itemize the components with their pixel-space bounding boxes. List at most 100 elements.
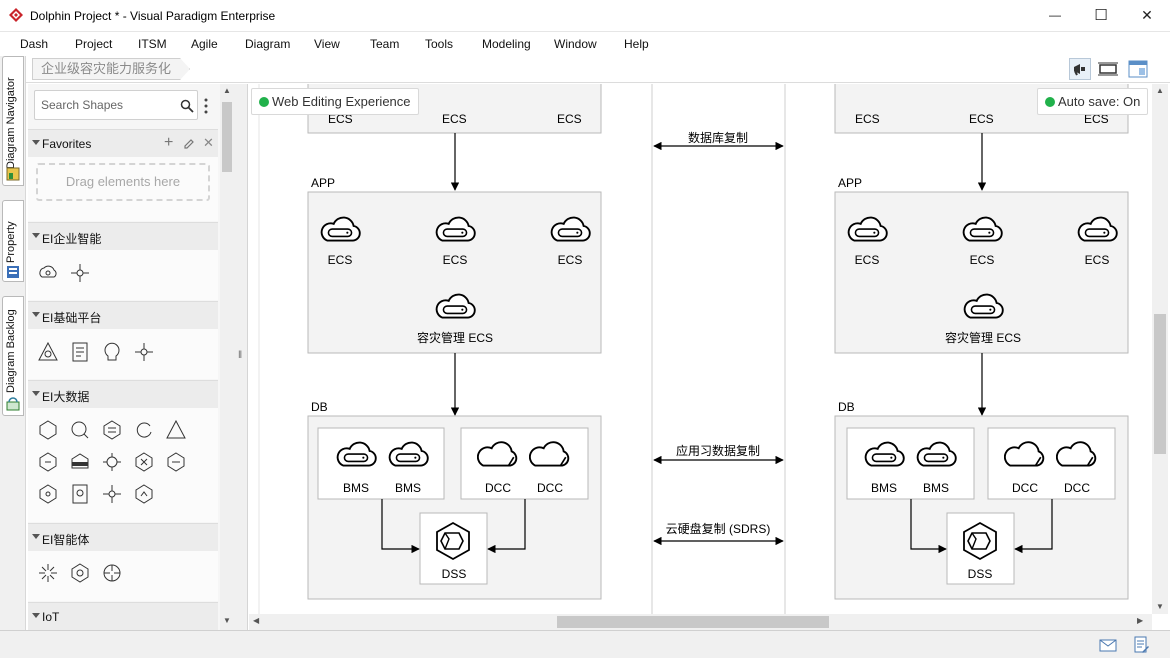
canvas-horizontal-scrollbar[interactable]: ◀ ▶ — [249, 614, 1152, 630]
splitter-grip-icon: ‖ — [238, 350, 243, 361]
scroll-down-icon[interactable]: ▼ — [223, 616, 231, 625]
scroll-up-icon[interactable]: ▲ — [223, 86, 231, 95]
ei-bigdata-refresh-icon[interactable] — [132, 418, 156, 442]
group-header-ei-platform[interactable]: EI基础平台 — [28, 301, 218, 329]
menu-tools[interactable]: Tools — [425, 37, 453, 51]
favorites-body: Drag elements here — [28, 157, 218, 221]
add-favorite-icon[interactable]: + — [164, 134, 173, 152]
tab-property[interactable]: Property — [2, 200, 24, 282]
menu-project[interactable]: Project — [75, 37, 112, 51]
ei-bigdata-table-icon[interactable] — [100, 418, 124, 442]
right-top-ecs-label: ECS — [969, 112, 994, 126]
group-label: EI基础平台 — [42, 311, 102, 325]
menu-help[interactable]: Help — [624, 37, 649, 51]
menu-modeling[interactable]: Modeling — [482, 37, 531, 51]
group-header-ei-bigdata[interactable]: EI大数据 — [28, 380, 218, 408]
breadcrumb-bar: 企业级容灾能力服务化 — [0, 56, 1170, 83]
ei-bigdata-gear-icon[interactable] — [100, 450, 124, 474]
ei-bigdata-storage-icon[interactable] — [68, 450, 92, 474]
title-bar: Dolphin Project * - Visual Paradigm Ente… — [0, 0, 1170, 32]
ei-agent-hex-icon[interactable] — [68, 561, 92, 585]
ei-agent-target-icon[interactable] — [100, 561, 124, 585]
left-dcc-label: DCC — [537, 481, 563, 495]
ei-platform-doc-icon[interactable] — [68, 340, 92, 364]
maximize-button[interactable]: ☐ — [1078, 0, 1124, 30]
ei-agent-burst-icon[interactable] — [36, 561, 60, 585]
menu-agile[interactable]: Agile — [191, 37, 218, 51]
menu-diagram[interactable]: Diagram — [245, 37, 290, 51]
right-app-ecs-label: ECS — [1085, 253, 1110, 267]
search-shapes-box — [34, 90, 198, 120]
announcement-icon[interactable] — [1069, 58, 1091, 80]
panel-splitter[interactable]: ‖ — [234, 84, 248, 630]
left-app-container[interactable] — [307, 191, 602, 354]
scroll-right-icon[interactable]: ▶ — [1137, 616, 1143, 625]
menu-window[interactable]: Window — [554, 37, 597, 51]
ei-platform-network-icon[interactable] — [132, 340, 156, 364]
group-body-ei-enterprise — [28, 250, 218, 300]
right-bms-label: BMS — [871, 481, 897, 495]
menu-dash[interactable]: Dash — [20, 37, 48, 51]
left-app-ecs-label: ECS — [443, 253, 468, 267]
group-header-ei-enterprise[interactable]: EI企业智能 — [28, 222, 218, 250]
menu-itsm[interactable]: ITSM — [138, 37, 167, 51]
ei-bigdata-flow-icon[interactable] — [36, 450, 60, 474]
collapse-arrow-icon — [32, 613, 40, 618]
ei-bigdata-warning-icon[interactable] — [164, 418, 188, 442]
ei-bigdata-report-icon[interactable] — [68, 482, 92, 506]
remove-favorite-icon[interactable]: ✕ — [203, 135, 214, 151]
tab-diagram-navigator[interactable]: Diagram Navigator — [2, 56, 24, 186]
palette-scroll-thumb[interactable] — [222, 102, 232, 172]
ei-bigdata-hexagon-icon[interactable] — [36, 418, 60, 442]
ei-network-icon[interactable] — [68, 261, 92, 285]
right-bms-label: BMS — [923, 481, 949, 495]
fit-to-window-icon[interactable] — [1097, 58, 1119, 80]
group-header-iot[interactable]: IoT — [28, 602, 218, 630]
scroll-down-icon[interactable]: ▼ — [1156, 602, 1164, 611]
layout-panel-icon[interactable] — [1127, 58, 1149, 80]
close-button[interactable]: ✕ — [1124, 0, 1170, 30]
breadcrumb[interactable]: 企业级容灾能力服务化 — [32, 58, 190, 80]
palette-menu-icon[interactable] — [204, 98, 208, 114]
mail-icon[interactable] — [1099, 639, 1117, 652]
diagram-canvas[interactable]: ECS ECS ECS APP ECS ECS ECS 容灾管理 ECS DB … — [249, 84, 1152, 614]
favorites-label: Favorites — [42, 137, 92, 151]
tab-diagram-backlog[interactable]: Diagram Backlog — [2, 296, 24, 416]
dss-node-icon[interactable] — [963, 522, 997, 560]
dss-node-icon[interactable] — [436, 522, 470, 560]
ei-bigdata-cross-icon[interactable] — [132, 450, 156, 474]
visual-paradigm-logo-icon — [9, 8, 23, 22]
favorites-header[interactable]: Favorites + ✕ — [28, 129, 218, 157]
right-db-label: DB — [838, 400, 855, 414]
palette-scrollbar[interactable]: ▲ ▼ — [220, 84, 234, 630]
document-edit-icon[interactable] — [1133, 636, 1149, 654]
canvas-vscroll-thumb[interactable] — [1154, 314, 1166, 454]
menu-team[interactable]: Team — [370, 37, 399, 51]
ei-bigdata-link-icon[interactable] — [164, 450, 188, 474]
web-editing-chip[interactable]: Web Editing Experience — [251, 88, 419, 115]
scroll-left-icon[interactable]: ◀ — [253, 616, 259, 625]
ei-cloud-brain-icon[interactable] — [36, 261, 60, 285]
favorites-dropzone[interactable]: Drag elements here — [36, 163, 210, 201]
search-icon[interactable] — [180, 99, 194, 113]
group-header-ei-agent[interactable]: EI智能体 — [28, 523, 218, 551]
right-app-container[interactable] — [834, 191, 1129, 354]
right-bms-group[interactable] — [846, 427, 975, 500]
menu-view[interactable]: View — [314, 37, 340, 51]
scroll-up-icon[interactable]: ▲ — [1156, 86, 1164, 95]
edit-icon[interactable] — [183, 138, 195, 150]
ei-bigdata-cluster-icon[interactable] — [36, 482, 60, 506]
ei-bigdata-network-icon[interactable] — [100, 482, 124, 506]
canvas-hscroll-thumb[interactable] — [557, 616, 829, 628]
auto-save-chip[interactable]: Auto save: On — [1037, 88, 1149, 115]
status-dot-icon — [1045, 97, 1055, 107]
canvas-vertical-scrollbar[interactable]: ▲ ▼ — [1152, 84, 1168, 614]
right-dr-ecs-label: 容灾管理 ECS — [945, 330, 1021, 345]
ei-bigdata-search-icon[interactable] — [68, 418, 92, 442]
ei-platform-triangle-icon[interactable] — [36, 340, 60, 364]
minimize-button[interactable]: — — [1032, 0, 1078, 30]
search-shapes-input[interactable] — [41, 98, 177, 112]
auto-save-label: Auto save: On — [1058, 94, 1141, 109]
ei-platform-head-icon[interactable] — [100, 340, 124, 364]
ei-bigdata-sync-icon[interactable] — [132, 482, 156, 506]
